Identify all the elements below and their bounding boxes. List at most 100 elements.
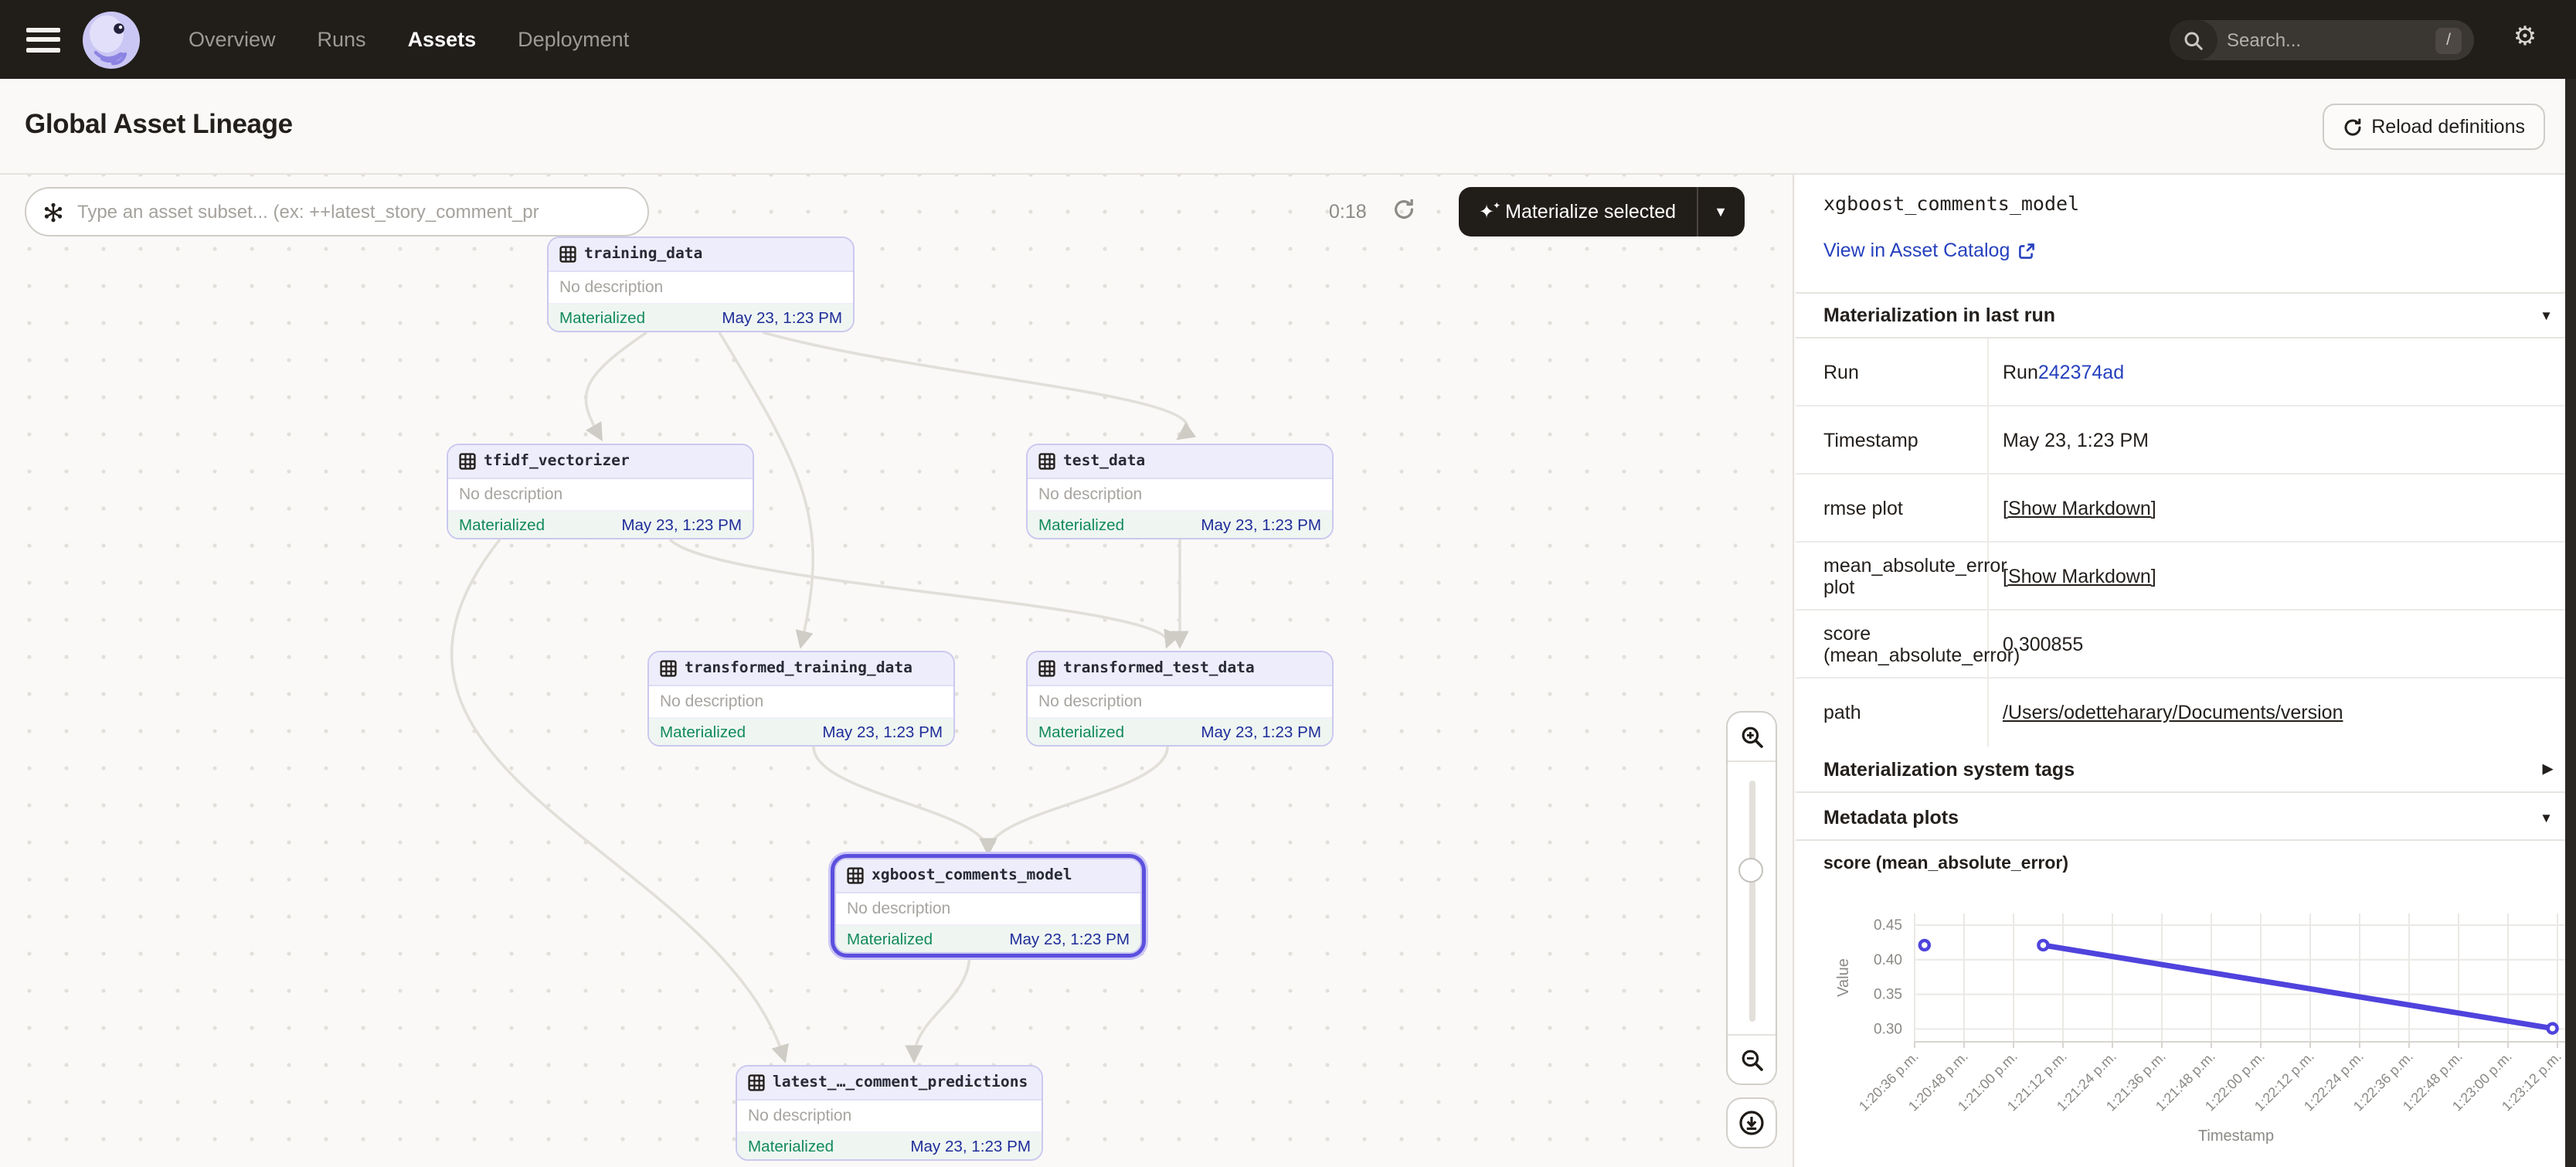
nav-tab-overview[interactable]: Overview xyxy=(189,28,276,51)
reload-icon xyxy=(2342,117,2362,137)
section-metadata-plots[interactable]: Metadata plots ▼ xyxy=(1796,794,2576,841)
settings-gear-icon[interactable]: ⚙ xyxy=(2508,20,2542,54)
search-input[interactable] xyxy=(2224,28,2412,53)
materialized-timestamp: May 23, 1:23 PM xyxy=(621,517,742,534)
refresh-timer: 0:18 xyxy=(1329,201,1367,223)
table-icon xyxy=(1038,453,1055,470)
asset-node-footer: MaterializedMay 23, 1:23 PM xyxy=(1028,719,1332,747)
asset-node-training_data[interactable]: training_dataNo descriptionMaterializedM… xyxy=(547,236,855,332)
materialized-timestamp: May 23, 1:23 PM xyxy=(910,1138,1031,1155)
materialized-status: Materialized xyxy=(748,1138,834,1155)
section-title: Metadata plots xyxy=(1823,806,1959,828)
value-link[interactable]: /Users/odetteharary/Documents/version xyxy=(2003,702,2343,723)
table-icon xyxy=(1038,660,1055,677)
asset-node-transformed_test_data[interactable]: transformed_test_dataNo descriptionMater… xyxy=(1026,651,1334,747)
zoom-in-button[interactable] xyxy=(1728,713,1776,762)
metadata-row-label: mean_absolute_error plot xyxy=(1796,543,1989,609)
metadata-row-label: score (mean_absolute_error) xyxy=(1796,611,1989,677)
asset-description: No description xyxy=(737,1101,1042,1133)
asset-node-latest_comment_predictions[interactable]: latest_…_comment_predictionsNo descripti… xyxy=(736,1065,1043,1161)
asset-node-footer: Materialized May 23, 1:23 PM xyxy=(737,1133,1042,1161)
section-title: Materialization system tags xyxy=(1823,758,2075,780)
section-materialization-system-tags[interactable]: Materialization system tags ▶ xyxy=(1796,747,2576,793)
run-id-link[interactable]: 242374ad xyxy=(2038,361,2124,383)
value-link[interactable]: [Show Markdown] xyxy=(2003,497,2156,519)
nav-tab-runs[interactable]: Runs xyxy=(318,28,366,51)
asset-name: tfidf_vectorizer xyxy=(484,453,630,470)
section-materialization-last-run[interactable]: Materialization in last run ▼ xyxy=(1796,292,2576,339)
lineage-graph-canvas[interactable]: training_dataNo descriptionMaterializedM… xyxy=(0,175,1794,1167)
svg-text:Timestamp: Timestamp xyxy=(2198,1128,2274,1145)
asset-node-footer: Materialized May 23, 1:23 PM xyxy=(549,305,853,332)
materialized-status: Materialized xyxy=(1038,517,1124,534)
value-link[interactable]: [Show Markdown] xyxy=(2003,565,2156,587)
metadata-plot-chart: 1:20:36 p.m.1:20:48 p.m.1:21:00 p.m.1:21… xyxy=(1796,901,2576,1167)
search-icon xyxy=(2170,20,2217,60)
metadata-row-run: RunRun 242374ad xyxy=(1796,339,2576,407)
asset-node-xgboost_comments_model[interactable]: xgboost_comments_modelNo descriptionMate… xyxy=(834,858,1142,954)
asset-node-header: tfidf_vectorizer xyxy=(448,445,753,479)
sparkle-icon: ✦✦ xyxy=(1479,202,1494,221)
asset-description: No description xyxy=(836,893,1140,926)
zoom-slider-handle[interactable] xyxy=(1738,858,1763,883)
table-icon xyxy=(660,660,677,677)
metadata-row-mean_absolute_error-plot: mean_absolute_error plot [Show Markdown] xyxy=(1796,543,2576,611)
materialized-status: Materialized xyxy=(660,724,746,741)
zoom-slider-track[interactable] xyxy=(1748,781,1755,1022)
table-icon xyxy=(847,867,864,884)
asset-node-header: transformed_training_data xyxy=(649,652,953,686)
search-box[interactable]: / xyxy=(2170,20,2474,60)
zoom-controls xyxy=(1726,711,1777,1085)
asset-description: No description xyxy=(549,272,853,305)
menu-icon[interactable] xyxy=(26,27,60,52)
materialized-status: Materialized xyxy=(559,310,645,327)
reload-definitions-button[interactable]: Reload definitions xyxy=(2322,104,2545,150)
lineage-edge-training_data-to-test_data xyxy=(763,332,1188,437)
dagster-logo-icon[interactable] xyxy=(82,10,141,69)
asset-node-header: test_data xyxy=(1028,445,1332,479)
chevron-down-icon: ▼ xyxy=(2540,308,2553,323)
metadata-row-label: Timestamp xyxy=(1796,407,1989,473)
materialized-timestamp: May 23, 1:23 PM xyxy=(1009,931,1130,948)
lineage-edge-tfidf_vectorizer-to-latest_comment_predictions xyxy=(452,539,784,1059)
materialized-timestamp: May 23, 1:23 PM xyxy=(722,310,842,327)
top-nav: Overview Runs Assets Deployment / ⚙ xyxy=(0,0,2576,79)
value-text: May 23, 1:23 PM xyxy=(2003,429,2149,451)
metadata-row-timestamp: Timestamp May 23, 1:23 PM xyxy=(1796,407,2576,475)
asset-node-transformed_training_data[interactable]: transformed_training_dataNo descriptionM… xyxy=(647,651,955,747)
nav-tab-deployment[interactable]: Deployment xyxy=(518,28,629,51)
metadata-row-path: path/Users/odetteharary/Documents/versio… xyxy=(1796,679,2576,747)
asset-node-tfidf_vectorizer[interactable]: tfidf_vectorizerNo descriptionMaterializ… xyxy=(447,444,754,539)
metadata-row-label: rmse plot xyxy=(1796,475,1989,541)
lineage-edge-tfidf_vectorizer-to-transformed_test_data xyxy=(670,539,1168,645)
metadata-row-value: /Users/odetteharary/Documents/version xyxy=(1989,679,2576,747)
lineage-edge-training_data-to-tfidf_vectorizer xyxy=(586,332,647,437)
lineage-edge-xgboost_comments_model-to-latest_comment_predictions xyxy=(914,954,970,1059)
materialized-status: Materialized xyxy=(459,517,545,534)
asset-node-footer: Materialized May 23, 1:23 PM xyxy=(649,719,953,747)
metadata-table: RunRun 242374adTimestamp May 23, 1:23 PM r… xyxy=(1796,339,2576,747)
svg-text:0.35: 0.35 xyxy=(1874,987,1902,1003)
asset-description: No description xyxy=(1028,479,1332,512)
asset-graph-icon xyxy=(43,202,63,222)
materialize-options-caret[interactable]: ▼ xyxy=(1698,204,1744,219)
asset-name: transformed_test_data xyxy=(1063,660,1255,677)
view-in-asset-catalog-link[interactable]: View in Asset Catalog xyxy=(1823,240,2034,261)
asset-subset-filter[interactable] xyxy=(25,187,649,236)
asset-subset-input[interactable] xyxy=(74,199,630,224)
page-header: Global Asset Lineage Reload definitions xyxy=(0,79,2576,175)
materialized-status: Materialized xyxy=(1038,724,1124,741)
zoom-out-button[interactable] xyxy=(1728,1034,1776,1084)
nav-tabs: Overview Runs Assets Deployment xyxy=(189,28,629,51)
nav-tab-assets[interactable]: Assets xyxy=(408,28,477,51)
metadata-row-label: Run xyxy=(1796,339,1989,405)
metadata-row-value: 0.300855 xyxy=(1989,611,2576,677)
asset-node-test_data[interactable]: test_dataNo descriptionMaterializedMay 2… xyxy=(1026,444,1334,539)
asset-node-footer: MaterializedMay 23, 1:23 PM xyxy=(1028,512,1332,539)
window-scrollbar[interactable] xyxy=(2565,79,2576,1167)
refresh-icon[interactable] xyxy=(1392,198,1415,229)
materialized-timestamp: May 23, 1:23 PM xyxy=(822,724,943,741)
materialize-selected-button[interactable]: ✦✦ Materialize selected xyxy=(1459,201,1696,223)
svg-text:0.40: 0.40 xyxy=(1874,952,1902,968)
download-image-button[interactable] xyxy=(1726,1097,1777,1148)
